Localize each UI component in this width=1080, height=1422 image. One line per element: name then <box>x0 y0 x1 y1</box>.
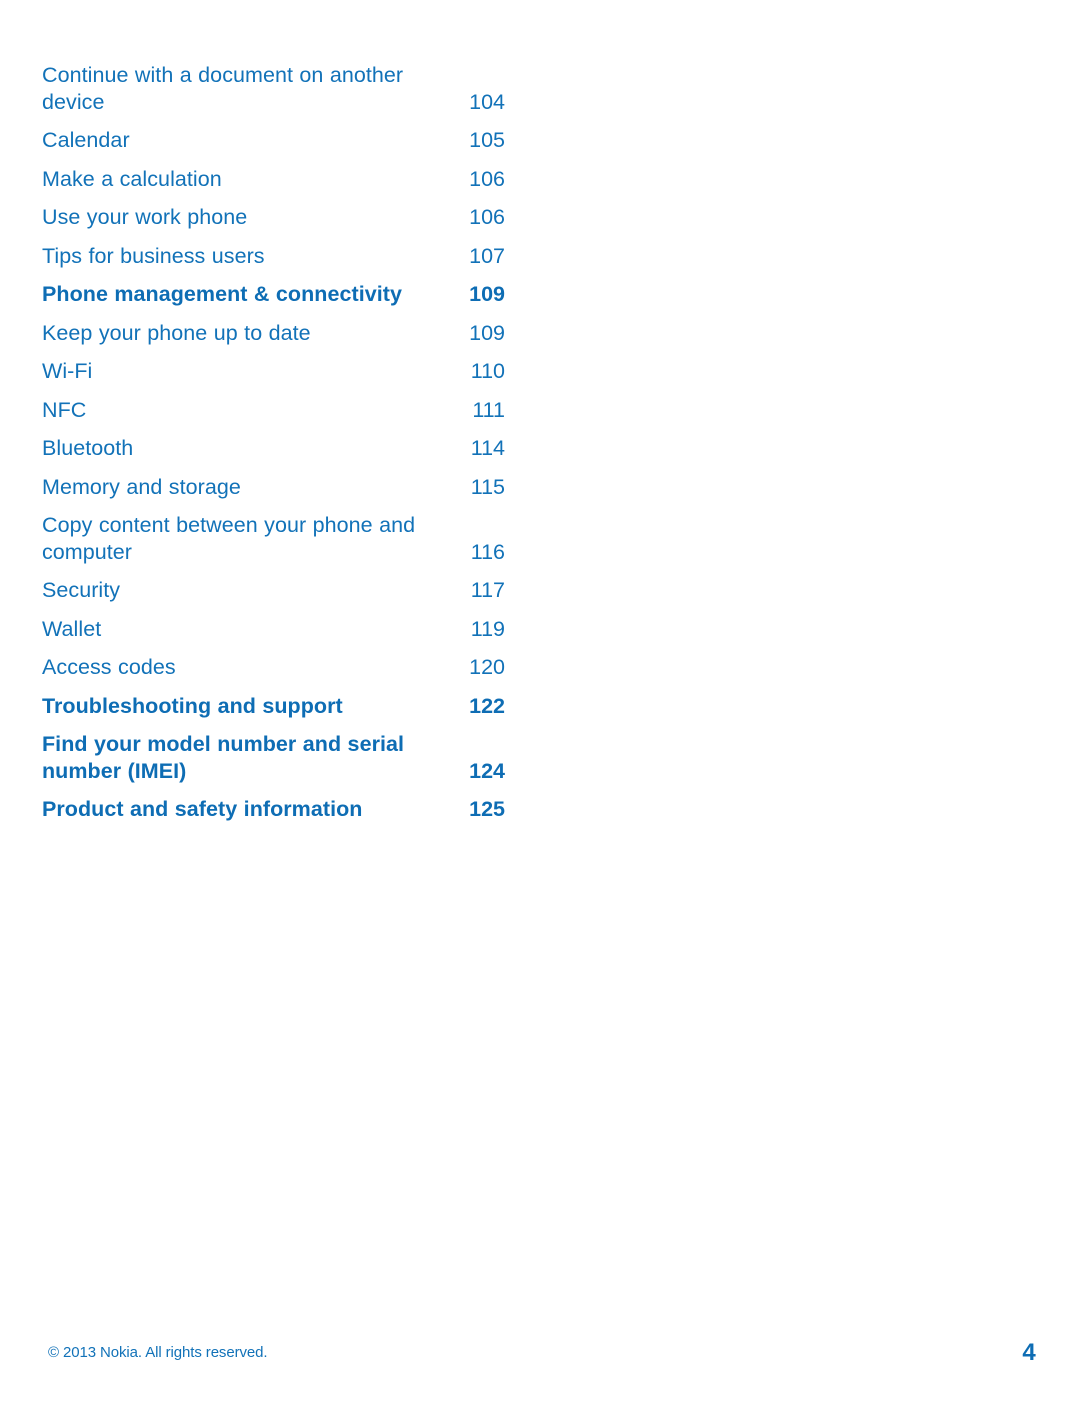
page-number: 4 <box>1022 1339 1036 1366</box>
toc-entry-page-number: 116 <box>470 539 505 564</box>
toc-entry-title: Access codes <box>42 655 176 679</box>
toc-entry[interactable]: Use your work phone 106 <box>42 204 542 231</box>
toc-entry-title: Tips for business users <box>42 243 265 268</box>
toc-entry-page-number: 124 <box>469 758 505 783</box>
toc-entry-title: Product and safety information <box>42 797 363 821</box>
toc-entry-page-number: 106 <box>469 205 505 229</box>
toc-entry-page-number: 122 <box>469 693 505 718</box>
toc-entry[interactable]: Bluetooth 114 <box>42 435 542 462</box>
toc-entry-title: Bluetooth <box>42 436 134 460</box>
toc-entry[interactable]: Keep your phone up to date 109 <box>42 320 542 347</box>
toc-entry[interactable]: Troubleshooting and support 122 <box>42 693 542 720</box>
toc-entry-title: Wi-Fi <box>42 359 93 383</box>
table-of-contents: Continue with a document on another devi… <box>42 62 542 835</box>
document-page: Continue with a document on another devi… <box>0 0 1080 1422</box>
toc-entry-page-number: 115 <box>470 474 505 499</box>
toc-entry-title: Continue with a document on another devi… <box>42 63 404 114</box>
toc-entry-title: Calendar <box>42 128 130 152</box>
toc-entry-title: NFC <box>42 397 87 422</box>
toc-entry-page-number: 125 <box>469 797 505 821</box>
toc-entry[interactable]: Access codes 120 <box>42 654 542 681</box>
toc-entry-page-number: 106 <box>469 166 505 191</box>
toc-entry[interactable]: Phone management & connectivity 109 <box>42 281 542 308</box>
toc-entry-page-number: 109 <box>469 282 505 306</box>
toc-entry[interactable]: Security 117 <box>42 577 542 604</box>
toc-entry-page-number: 104 <box>469 89 505 114</box>
toc-entry-page-number: 120 <box>469 655 505 679</box>
toc-entry[interactable]: Copy content between your phone and comp… <box>42 512 542 565</box>
toc-entry-page-number: 111 <box>472 397 505 422</box>
toc-entry-page-number: 114 <box>470 436 505 460</box>
toc-entry-title: Copy content between your phone and comp… <box>42 513 416 564</box>
toc-entry-title: Phone management & connectivity <box>42 282 402 306</box>
toc-entry[interactable]: NFC 111 <box>42 397 542 424</box>
toc-entry-title: Troubleshooting and support <box>42 693 343 718</box>
toc-entry-page-number: 109 <box>469 320 505 345</box>
toc-entry[interactable]: Calendar 105 <box>42 127 542 154</box>
toc-entry[interactable]: Continue with a document on another devi… <box>42 62 542 115</box>
copyright-notice: © 2013 Nokia. All rights reserved. <box>48 1344 268 1361</box>
toc-entry-title: Memory and storage <box>42 474 241 499</box>
toc-entry[interactable]: Tips for business users 107 <box>42 243 542 270</box>
toc-entry[interactable]: Find your model number and serial number… <box>42 731 542 784</box>
toc-entry-title: Use your work phone <box>42 205 248 229</box>
toc-entry-title: Make a calculation <box>42 166 222 191</box>
toc-entry-page-number: 107 <box>469 243 505 268</box>
toc-entry-title: Wallet <box>42 616 102 641</box>
toc-entry-page-number: 105 <box>469 128 505 152</box>
toc-entry[interactable]: Wi-Fi 110 <box>42 358 542 385</box>
toc-entry-page-number: 117 <box>470 578 505 602</box>
toc-entry-page-number: 119 <box>470 616 505 641</box>
toc-entry-title: Security <box>42 578 121 602</box>
toc-entry[interactable]: Wallet 119 <box>42 616 542 643</box>
toc-entry-title: Keep your phone up to date <box>42 320 311 345</box>
toc-entry-title: Find your model number and serial number… <box>42 732 405 783</box>
toc-entry-page-number: 110 <box>470 359 505 383</box>
toc-entry[interactable]: Memory and storage 115 <box>42 474 542 501</box>
page-footer: © 2013 Nokia. All rights reserved. 4 <box>0 1337 1080 1377</box>
toc-entry[interactable]: Product and safety information 125 <box>42 796 542 823</box>
toc-entry[interactable]: Make a calculation 106 <box>42 166 542 193</box>
